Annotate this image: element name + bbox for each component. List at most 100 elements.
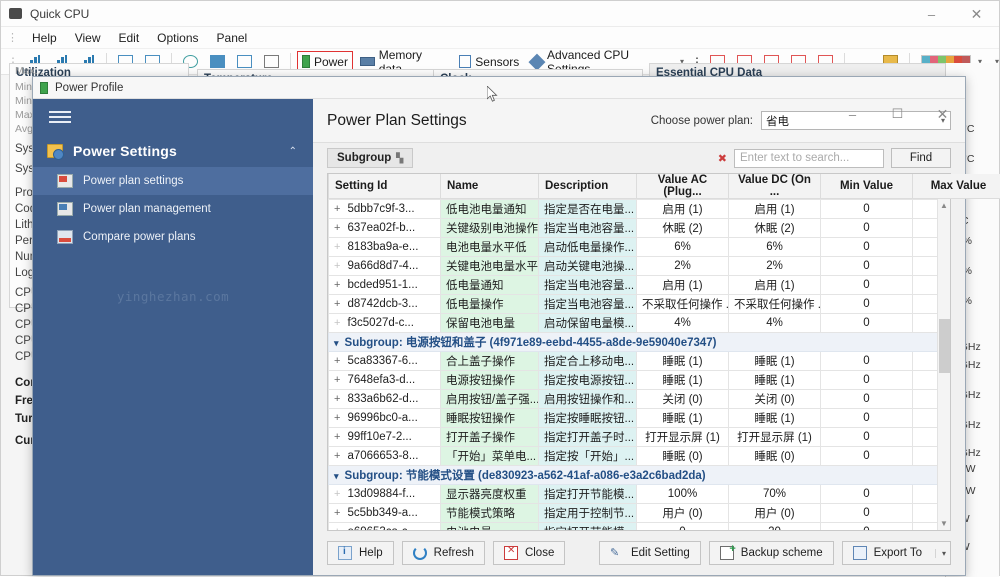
app-minimize-button[interactable]: – xyxy=(909,1,954,27)
expand-row-icon[interactable]: + xyxy=(334,374,340,386)
cell-description: 启动低电量操作... xyxy=(539,238,637,257)
edit-setting-button[interactable]: ✎ Edit Setting xyxy=(599,541,701,565)
menu-help[interactable]: Help xyxy=(23,29,66,47)
help-button[interactable]: Help xyxy=(327,541,394,565)
column-header[interactable]: Setting Id xyxy=(329,174,441,199)
scrollbar-thumb[interactable] xyxy=(939,319,950,373)
power-plan-icon xyxy=(57,174,73,188)
cell-min-value: 0 xyxy=(821,390,913,409)
report-icon xyxy=(237,55,252,68)
dialog-minimize-button[interactable]: – xyxy=(830,101,875,127)
cell-name: 低电量操作 xyxy=(441,295,539,314)
monitor-icon xyxy=(210,55,225,68)
dialog-close-button[interactable]: ✕ xyxy=(920,101,965,127)
menu-view[interactable]: View xyxy=(66,29,110,47)
close-button[interactable]: Close xyxy=(493,541,565,565)
expand-row-icon[interactable]: + xyxy=(334,526,340,530)
sidebar-item-compare-power-plans[interactable]: Compare power plans xyxy=(33,223,313,251)
expand-row-icon[interactable]: + xyxy=(334,222,340,234)
find-button[interactable]: Find xyxy=(891,148,951,168)
clear-filter-icon[interactable]: ✖ xyxy=(718,152,727,165)
table-row[interactable]: +8183ba9a-e...电池电量水平低启动低电量操作...6%6%0100 xyxy=(329,238,951,257)
cell-description: 启动保留电量模... xyxy=(539,314,637,333)
cell-name: 关键级别电池操作 xyxy=(441,219,539,238)
sidebar-section-label: Power Settings xyxy=(73,143,177,159)
column-header[interactable]: Name xyxy=(441,174,539,199)
scroll-down-icon[interactable]: ▼ xyxy=(938,517,950,530)
export-dropdown-arrow-icon[interactable]: ▾ xyxy=(935,549,946,558)
expand-row-icon[interactable]: + xyxy=(334,507,340,519)
table-row[interactable]: +bcded951-1...低电量通知指定当电池容量...启用 (1)启用 (1… xyxy=(329,276,951,295)
backup-scheme-button[interactable]: Backup scheme xyxy=(709,541,834,565)
expand-row-icon[interactable]: + xyxy=(334,317,340,329)
app-title: Quick CPU xyxy=(30,7,89,21)
scroll-up-icon[interactable]: ▲ xyxy=(938,199,950,212)
table-row[interactable]: +5dbb7c9f-3...低电池电量通知指定是否在电量...启用 (1)启用 … xyxy=(329,200,951,219)
column-header[interactable]: Description xyxy=(539,174,637,199)
cell-name: 节能模式策略 xyxy=(441,504,539,523)
subgroup-row[interactable]: ▾Subgroup: 节能模式设置 (de830923-a562-41af-a0… xyxy=(329,466,951,485)
table-row[interactable]: +5ca83367-6...合上盖子操作指定合上移动电...睡眠 (1)睡眠 (… xyxy=(329,352,951,371)
vertical-scrollbar[interactable]: ▲ ▼ xyxy=(937,199,950,530)
table-row[interactable]: +a7066653-8...「开始」菜单电...指定按「开始」...睡眠 (0)… xyxy=(329,447,951,466)
expand-row-icon[interactable]: + xyxy=(334,488,340,500)
app-close-button[interactable]: ✕ xyxy=(954,1,999,27)
page-title: Power Plan Settings xyxy=(327,112,467,130)
expand-row-icon[interactable]: + xyxy=(334,279,340,291)
expand-row-icon[interactable]: + xyxy=(334,298,340,310)
menu-panel[interactable]: Panel xyxy=(208,29,257,47)
expand-row-icon[interactable]: + xyxy=(334,241,340,253)
sidebar-section-power-settings[interactable]: Power Settings ⌃ xyxy=(33,135,313,167)
table-row[interactable]: +9a66d8d7-4...关键电池电量水平启动关键电池操...2%2%0100 xyxy=(329,257,951,276)
monitor-icon xyxy=(9,8,22,19)
table-row[interactable]: +e69653ca-c...电池电量指定打开节能模...0200100 xyxy=(329,523,951,531)
close-icon xyxy=(504,546,518,560)
cell-value-dc: 睡眠 (1) xyxy=(729,371,821,390)
chevron-down-icon[interactable]: ▾ xyxy=(334,338,339,348)
table-row[interactable]: +13d09884-f...显示器亮度权重指定打开节能模...100%70%01… xyxy=(329,485,951,504)
sidebar-item-power-plan-settings[interactable]: Power plan settings xyxy=(33,167,313,195)
cell-value-dc: 关闭 (0) xyxy=(729,390,821,409)
menubar-grip-icon: ⋮ xyxy=(7,31,17,44)
cell-setting-id: +96996bc0-a... xyxy=(329,409,441,428)
subgroup-row[interactable]: ▾Subgroup: 电源按钮和盖子 (4f971e89-eebd-4455-a… xyxy=(329,333,951,352)
table-row[interactable]: +d8742dcb-3...低电量操作指定当电池容量...不采取任何操作 ...… xyxy=(329,295,951,314)
expand-row-icon[interactable]: + xyxy=(334,355,340,367)
column-header[interactable]: Value DC (On ... xyxy=(729,174,821,199)
expand-row-icon[interactable]: + xyxy=(334,203,340,215)
chevron-up-icon[interactable]: ⌃ xyxy=(289,146,297,157)
table-row[interactable]: +833a6b62-d...启用按钮/盖子强...启用按钮操作和...关闭 (0… xyxy=(329,390,951,409)
refresh-button[interactable]: Refresh xyxy=(402,541,485,565)
table-row[interactable]: +96996bc0-a...睡眠按钮操作指定按睡眠按钮...睡眠 (1)睡眠 (… xyxy=(329,409,951,428)
column-header[interactable]: Value AC (Plug... xyxy=(637,174,729,199)
column-header[interactable]: Max Value xyxy=(913,174,1000,199)
cell-description: 指定当电池容量... xyxy=(539,219,637,238)
chevron-down-icon[interactable]: ▾ xyxy=(334,471,339,481)
table-row[interactable]: +5c5bb349-a...节能模式策略指定用于控制节...用户 (0)用户 (… xyxy=(329,504,951,523)
cell-description: 启动关键电池操... xyxy=(539,257,637,276)
table-row[interactable]: +f3c5027d-c...保留电池电量启动保留电量模...4%4%0100 xyxy=(329,314,951,333)
subgroup-filter-button[interactable]: Subgroup ▚ xyxy=(327,148,413,168)
expand-row-icon[interactable]: + xyxy=(334,393,340,405)
sidebar-item-power-plan-management[interactable]: Power plan management xyxy=(33,195,313,223)
settings-grid: Setting IdNameDescriptionValue AC (Plug.… xyxy=(327,173,951,531)
menu-options[interactable]: Options xyxy=(148,29,207,47)
export-to-button[interactable]: Export To ▾ xyxy=(842,541,951,565)
cell-setting-id: +9a66d8d7-4... xyxy=(329,257,441,276)
expand-row-icon[interactable]: + xyxy=(334,431,340,443)
menu-edit[interactable]: Edit xyxy=(109,29,148,47)
expand-row-icon[interactable]: + xyxy=(334,412,340,424)
hamburger-menu-button[interactable] xyxy=(33,99,313,135)
expand-row-icon[interactable]: + xyxy=(334,450,340,462)
table-row[interactable]: +7648efa3-d...电源按钮操作指定按电源按钮...睡眠 (1)睡眠 (… xyxy=(329,371,951,390)
table-row[interactable]: +637ea02f-b...关键级别电池操作指定当电池容量...休眠 (2)休眠… xyxy=(329,219,951,238)
dialog-maximize-button[interactable]: ☐ xyxy=(875,101,920,127)
setting-id-text: 7648efa3-d... xyxy=(347,374,415,386)
dialog-sidebar: Power Settings ⌃ Power plan settings Pow… xyxy=(33,99,313,575)
search-input[interactable]: Enter text to search... xyxy=(734,149,884,168)
setting-id-text: 5ca83367-6... xyxy=(347,355,417,367)
power-management-icon xyxy=(57,202,73,216)
table-row[interactable]: +99ff10e7-2...打开盖子操作指定打开盖子时...打开显示屏 (1)打… xyxy=(329,428,951,447)
column-header[interactable]: Min Value xyxy=(821,174,913,199)
expand-row-icon[interactable]: + xyxy=(334,260,340,272)
